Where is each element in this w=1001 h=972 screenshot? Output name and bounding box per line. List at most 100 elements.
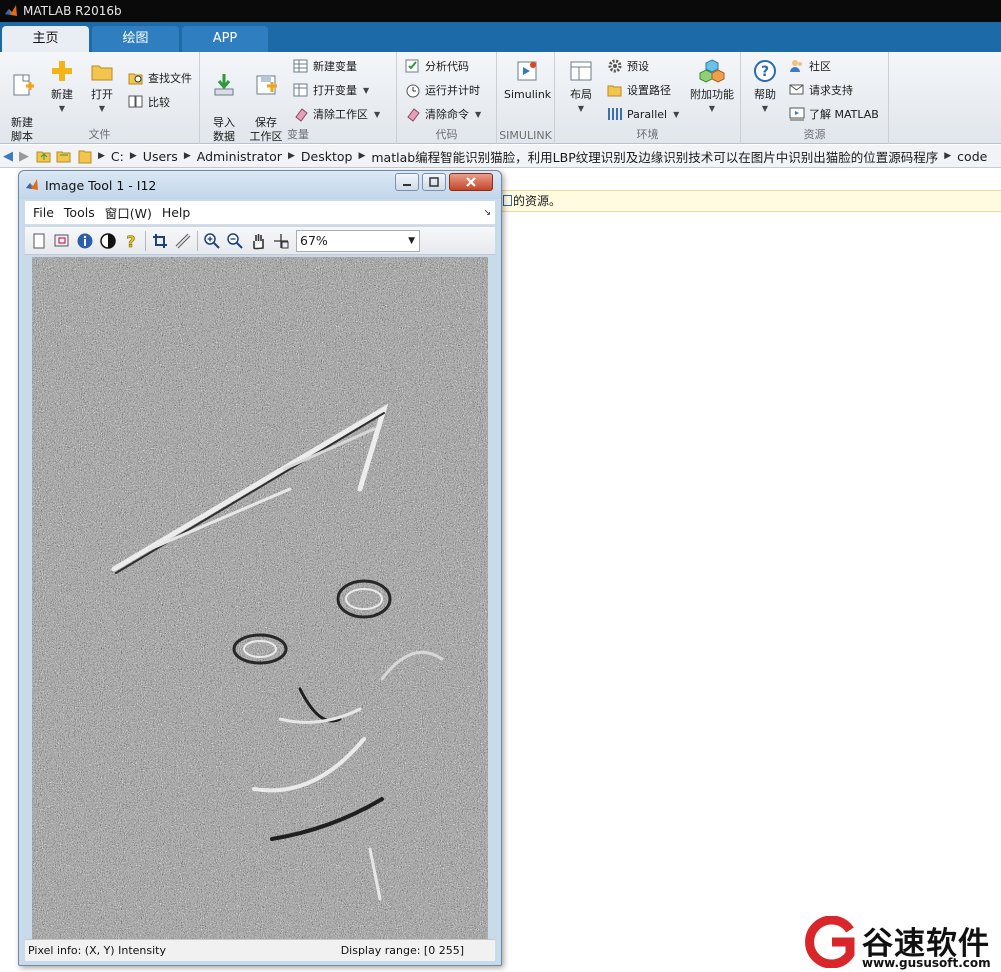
group-label-code: 代码 (435, 128, 458, 141)
clear-commands-button[interactable]: 清除命令 ▼ (405, 104, 481, 124)
menu-tools[interactable]: Tools (64, 205, 95, 220)
image-display-area[interactable] (32, 257, 488, 939)
parallel-button[interactable]: Parallel ▼ (607, 104, 679, 124)
forward-arrow-icon[interactable]: ▶ (16, 149, 32, 164)
analyze-code-button[interactable]: 分析代码 (405, 56, 469, 76)
breadcrumb-users[interactable]: Users (143, 149, 178, 164)
contrast-icon[interactable] (99, 232, 117, 250)
group-label-simulink: SIMULINK (499, 129, 552, 142)
image-overview-icon[interactable] (53, 232, 71, 250)
dock-arrow-icon[interactable]: ↘ (483, 208, 491, 218)
find-files-icon (128, 73, 143, 85)
layout-icon (570, 61, 592, 81)
new-document-icon[interactable] (30, 232, 48, 250)
toolbar-separator (197, 230, 198, 251)
app-title: MATLAB R2016b (23, 4, 122, 18)
group-label-variable: 变量 (287, 128, 309, 141)
image-tool-statusbar: Pixel info: (X, Y) Intensity Display ran… (25, 939, 495, 961)
breadcrumb-c[interactable]: C: (111, 149, 124, 164)
add-ons-button[interactable]: 附加功能 ▼ (687, 58, 737, 116)
zoom-level-select[interactable]: 67% ▼ (296, 229, 420, 252)
ribbon-group-environment: 布局 ▼ 预设 设置路径 Parallel ▼ 附加功能 ▼ 环境 (555, 52, 741, 144)
pixel-region-icon[interactable] (272, 232, 290, 250)
breadcrumb-project-folder[interactable]: matlab编程智能识别猫脸，利用LBP纹理识别及边缘识别技术可以在图片中识别出… (371, 147, 938, 166)
eraser-icon (407, 108, 420, 122)
tab-plots[interactable]: 绘图 (92, 26, 179, 52)
maximize-button[interactable] (422, 173, 446, 191)
chevron-down-icon: ▼ (98, 104, 106, 113)
new-button[interactable]: 新建 ▼ (40, 58, 84, 116)
parallel-icon (608, 108, 622, 120)
breadcrumb-administrator[interactable]: Administrator (197, 149, 282, 164)
chevron-down-icon: ▼ (761, 104, 769, 113)
set-path-button[interactable]: 设置路径 (607, 80, 671, 100)
run-and-time-button[interactable]: 运行并计时 (405, 80, 480, 100)
gear-icon (608, 59, 622, 73)
breadcrumb-separator: ▶ (98, 151, 105, 161)
preferences-button[interactable]: 预设 (607, 56, 649, 76)
link-box-icon (503, 195, 512, 206)
back-arrow-icon[interactable]: ◀ (0, 149, 16, 164)
zoom-in-icon[interactable] (203, 232, 221, 250)
chevron-down-icon: ▼ (408, 235, 415, 246)
compare-button[interactable]: 比较 (128, 92, 170, 112)
open-button[interactable]: 打开 ▼ (80, 58, 124, 116)
app-title-bar: MATLAB R2016b (0, 0, 1001, 22)
help-button[interactable]: ? 帮助 ▼ (743, 58, 787, 116)
chevron-down-icon: ▼ (363, 85, 370, 95)
set-path-icon (607, 85, 622, 97)
tab-apps[interactable]: APP (182, 26, 268, 52)
svg-text:?: ? (126, 232, 135, 250)
zoom-out-icon[interactable] (226, 232, 244, 250)
group-label-resources: 资源 (803, 128, 826, 141)
up-folder-icon[interactable] (36, 148, 52, 164)
watermark: 谷速软件 www.gususoft.com (804, 914, 1001, 972)
learn-matlab-icon (789, 107, 805, 121)
group-label-environment: 环境 (636, 128, 659, 141)
help-icon[interactable]: ? (122, 232, 140, 250)
import-icon (214, 74, 234, 96)
tab-home[interactable]: 主页 (2, 26, 89, 52)
breadcrumb-separator: ▶ (129, 151, 137, 161)
community-icon (790, 60, 802, 72)
pan-hand-icon[interactable] (249, 232, 267, 250)
run-and-time-icon (406, 84, 420, 98)
menu-help[interactable]: Help (162, 205, 191, 220)
new-variable-button[interactable]: 新建变量 (293, 56, 357, 76)
community-button[interactable]: 社区 (789, 56, 831, 76)
ruler-icon[interactable] (174, 232, 192, 250)
menu-file[interactable]: File (33, 205, 54, 220)
close-button[interactable] (449, 173, 493, 191)
minimize-button[interactable] (395, 173, 419, 191)
save-workspace-icon (256, 75, 277, 95)
info-icon[interactable] (76, 232, 94, 250)
menu-window[interactable]: 窗口(W) (105, 203, 152, 222)
help-icon: ? (754, 60, 776, 82)
chevron-down-icon: ▼ (673, 109, 680, 119)
simulink-button[interactable]: Simulink (504, 58, 551, 102)
learn-matlab-button[interactable]: 了解 MATLAB (789, 104, 879, 124)
pixel-info-text: Pixel info: (X, Y) Intensity (28, 944, 166, 957)
find-files-button[interactable]: 查找文件 (128, 68, 192, 88)
ribbon-group-simulink: Simulink SIMULINK (497, 52, 555, 144)
ribbon-group-file: 新建 脚本 新建 ▼ 打开 ▼ 查找文件 比较 文件 (0, 52, 200, 144)
minimize-icon (403, 184, 411, 186)
chevron-down-icon: ▼ (708, 104, 716, 113)
toolbar-separator (145, 230, 146, 251)
request-support-button[interactable]: 请求支持 (789, 80, 853, 100)
simulink-icon (517, 61, 537, 81)
browse-folder-icon[interactable] (56, 148, 72, 164)
open-variable-button[interactable]: 打开变量 ▼ (293, 80, 369, 100)
breadcrumb-desktop[interactable]: Desktop (301, 149, 353, 164)
ribbon-group-variable: 导入 数据 保存 工作区 新建变量 打开变量 ▼ 清除工作区 ▼ 变量 (200, 52, 397, 144)
plus-icon (52, 61, 72, 81)
clear-workspace-button[interactable]: 清除工作区 ▼ (293, 104, 380, 124)
cat-edge-image (32, 257, 488, 939)
image-tool-title: Image Tool 1 - I12 (45, 177, 157, 193)
ribbon-group-resources: ? 帮助 ▼ 社区 请求支持 了解 MATLAB 资源 (741, 52, 889, 144)
layout-button[interactable]: 布局 ▼ (559, 58, 603, 116)
folder-icon (91, 65, 113, 81)
new-variable-icon (293, 59, 308, 73)
crop-icon[interactable] (151, 232, 169, 250)
breadcrumb-code[interactable]: code (957, 149, 987, 164)
